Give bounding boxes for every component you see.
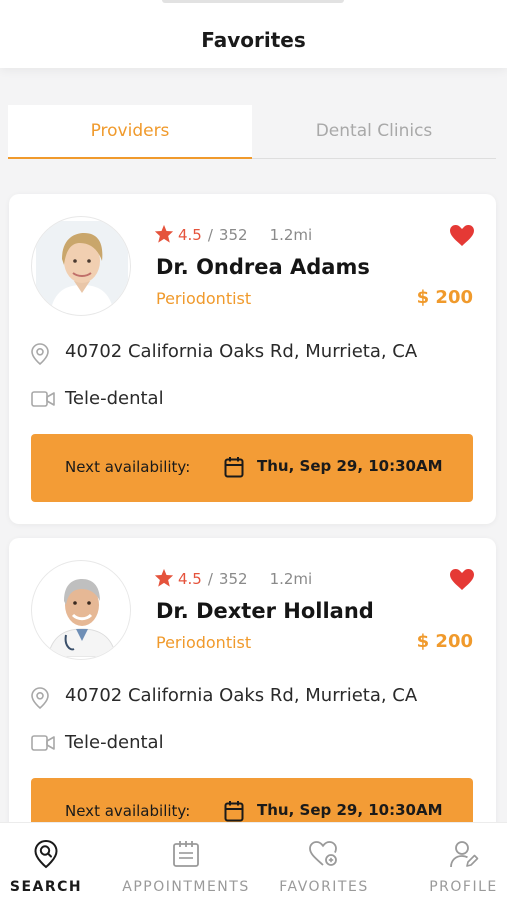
- bottom-nav: SEARCH APPOINTMENTS FAVORITES PROFILE: [0, 822, 507, 900]
- search-pin-icon: [34, 839, 58, 869]
- status-notch: [162, 0, 344, 3]
- nav-label: PROFILE: [429, 879, 498, 895]
- availability-date: Thu, Sep 29, 10:30AM: [257, 457, 443, 475]
- address-text: 40702 California Oaks Rd, Murrieta, CA: [65, 341, 418, 362]
- provider-name: Dr. Dexter Holland: [156, 599, 374, 623]
- distance: 1.2mi: [269, 570, 313, 588]
- user-edit-icon: [449, 841, 478, 868]
- rating-value: 4.5: [178, 226, 202, 244]
- location-pin-icon: [31, 343, 49, 365]
- provider-specialty: Periodontist: [156, 633, 252, 652]
- star-icon: [154, 224, 174, 243]
- nav-favorites[interactable]: FAVORITES: [270, 823, 378, 900]
- provider-price: $ 200: [416, 631, 473, 652]
- location-pin-icon: [31, 687, 49, 709]
- star-icon: [154, 568, 174, 587]
- video-camera-icon: [31, 735, 55, 751]
- nav-label: FAVORITES: [279, 879, 369, 895]
- nav-search[interactable]: SEARCH: [0, 823, 92, 900]
- heart-icon[interactable]: [450, 225, 474, 246]
- provider-specialty: Periodontist: [156, 289, 252, 308]
- rating-row: 4.5 / 352 1.2mi: [154, 224, 312, 246]
- distance: 1.2mi: [269, 226, 313, 244]
- provider-card[interactable]: 4.5 / 352 1.2mi Dr. Dexter Holland Periodon…: [9, 538, 496, 868]
- provider-price: $ 200: [416, 287, 473, 308]
- nav-label: SEARCH: [9, 879, 83, 895]
- provider-card[interactable]: 4.5 / 352 1.2mi Dr. Ondrea Adams Periodonti…: [9, 194, 496, 524]
- address-text: 40702 California Oaks Rd, Murrieta, CA: [65, 685, 418, 706]
- nav-profile[interactable]: PROFILE: [420, 823, 507, 900]
- provider-avatar: [31, 216, 131, 316]
- rating-separator: /: [207, 226, 213, 244]
- availability-label: Next availability:: [65, 458, 191, 476]
- video-camera-icon: [31, 391, 55, 407]
- service-text: Tele-dental: [65, 732, 164, 753]
- provider-avatar: [31, 560, 131, 660]
- nav-appointments[interactable]: APPOINTMENTS: [110, 823, 262, 900]
- calendar-list-icon: [173, 841, 199, 867]
- female-doctor-photo: [36, 221, 128, 313]
- rating-value: 4.5: [178, 570, 202, 588]
- availability-label: Next availability:: [65, 802, 191, 820]
- service-text: Tele-dental: [65, 388, 164, 409]
- heart-icon: [309, 841, 337, 866]
- review-count: 352: [218, 570, 248, 588]
- tab-bar: Providers Dental Clinics: [8, 105, 496, 159]
- availability-date: Thu, Sep 29, 10:30AM: [257, 801, 443, 819]
- review-count: 352: [218, 226, 248, 244]
- tab-providers[interactable]: Providers: [8, 105, 252, 159]
- calendar-icon: [224, 801, 244, 822]
- nav-label: APPOINTMENTS: [122, 879, 250, 895]
- heart-icon[interactable]: [450, 569, 474, 590]
- top-bar: Favorites: [0, 0, 507, 68]
- rating-separator: /: [207, 570, 213, 588]
- calendar-icon: [224, 457, 244, 478]
- tab-dental-clinics[interactable]: Dental Clinics: [252, 105, 496, 159]
- rating-row: 4.5 / 352 1.2mi: [154, 568, 312, 590]
- next-availability-button[interactable]: Next availability: Thu, Sep 29, 10:30AM: [31, 434, 473, 502]
- page-title: Favorites: [201, 28, 306, 52]
- provider-name: Dr. Ondrea Adams: [156, 255, 370, 279]
- male-doctor-photo: [36, 565, 128, 657]
